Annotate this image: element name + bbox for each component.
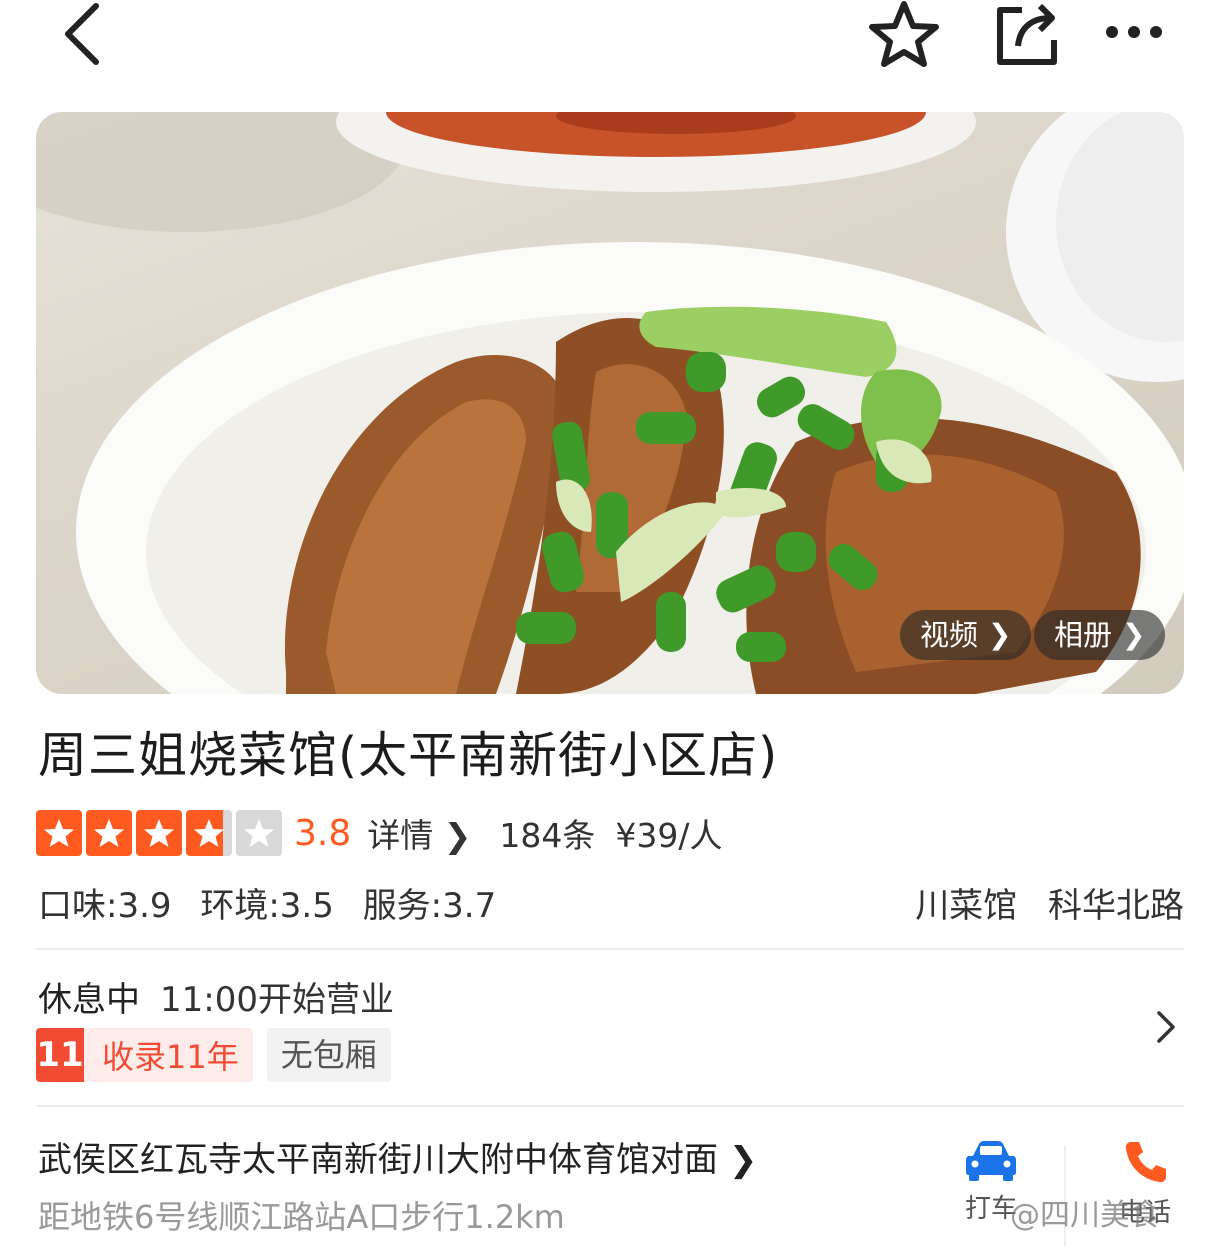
tags-row: 11 收录11年 无包厢 bbox=[36, 1028, 391, 1082]
status-line: 休息中 11:00开始营业 bbox=[38, 972, 394, 1021]
star-icon bbox=[136, 810, 182, 856]
star-icon bbox=[36, 810, 82, 856]
video-label: 视频 bbox=[920, 618, 979, 652]
phone-icon bbox=[1125, 1142, 1166, 1183]
chevron-right-icon: ❯ bbox=[1122, 618, 1146, 651]
address-section: 武侯区红瓦寺太平南新街川大附中体育馆对面 ❯ 距地铁6号线顺江路站A口步行1.2… bbox=[36, 1110, 1184, 1257]
album-label: 相册 bbox=[1054, 618, 1113, 652]
service-score: 服务:3.7 bbox=[362, 886, 497, 926]
star-outline-icon[interactable] bbox=[868, 0, 940, 68]
address-link[interactable]: 武侯区红瓦寺太平南新街川大附中体育馆对面 ❯ bbox=[38, 1132, 757, 1181]
star-icon bbox=[86, 810, 132, 856]
rating-row: 3.8 详情 ❯ 184条 ¥39/人 bbox=[36, 808, 723, 858]
business-status-section[interactable]: 休息中 11:00开始营业 11 收录11年 无包厢 bbox=[36, 950, 1184, 1104]
divider bbox=[36, 1105, 1184, 1107]
environment-score: 环境:3.5 bbox=[200, 886, 334, 926]
chevron-right-icon: ❯ bbox=[443, 816, 472, 855]
restaurant-name: 周三姐烧菜馆(太平南新街小区店) bbox=[38, 727, 779, 784]
metro-distance: 距地铁6号线顺江路站A口步行1.2km bbox=[38, 1198, 565, 1236]
more-dots-icon[interactable] bbox=[1104, 20, 1164, 44]
review-count[interactable]: 184条 bbox=[499, 809, 595, 857]
share-icon[interactable] bbox=[994, 2, 1060, 66]
star-rating bbox=[36, 810, 282, 856]
rating-score: 3.8 bbox=[294, 812, 352, 854]
chevron-right-icon: ❯ bbox=[988, 618, 1012, 651]
rating-detail-link[interactable]: 详情 ❯ bbox=[367, 809, 471, 857]
price-per-person: ¥39/人 bbox=[615, 816, 723, 855]
detail-label: 详情 bbox=[367, 816, 434, 855]
car-icon bbox=[966, 1141, 1016, 1181]
status-state: 休息中 bbox=[38, 980, 140, 1020]
opening-hours: 11:00开始营业 bbox=[160, 980, 394, 1020]
area-tag[interactable]: 科华北路 bbox=[1048, 886, 1184, 926]
taste-score: 口味:3.9 bbox=[38, 886, 172, 926]
star-icon bbox=[236, 810, 282, 856]
years-text: 收录11年 bbox=[102, 1038, 239, 1076]
food-photo bbox=[36, 112, 1184, 694]
years-listed-tag: 11 收录11年 bbox=[36, 1028, 253, 1082]
address-text: 武侯区红瓦寺太平南新街川大附中体育馆对面 bbox=[38, 1140, 718, 1180]
watermark: @四川美食 bbox=[1010, 1198, 1160, 1233]
sub-scores-row: 口味:3.9 环境:3.5 服务:3.7 川菜馆 科华北路 bbox=[38, 878, 1184, 926]
star-icon bbox=[186, 810, 232, 856]
hero-photo[interactable]: 视频 ❯ 相册 ❯ bbox=[36, 112, 1184, 694]
chevron-right-icon: ❯ bbox=[728, 1140, 758, 1180]
cuisine-tag[interactable]: 川菜馆 bbox=[915, 886, 1017, 926]
years-badge: 11 bbox=[36, 1028, 84, 1082]
album-button[interactable]: 相册 ❯ bbox=[1034, 610, 1166, 660]
top-bar bbox=[0, 0, 1220, 100]
chevron-right-icon[interactable] bbox=[1156, 1010, 1176, 1048]
chevron-left-icon[interactable] bbox=[58, 2, 108, 66]
video-button[interactable]: 视频 ❯ bbox=[900, 610, 1032, 660]
private-room-tag: 无包厢 bbox=[266, 1028, 391, 1082]
